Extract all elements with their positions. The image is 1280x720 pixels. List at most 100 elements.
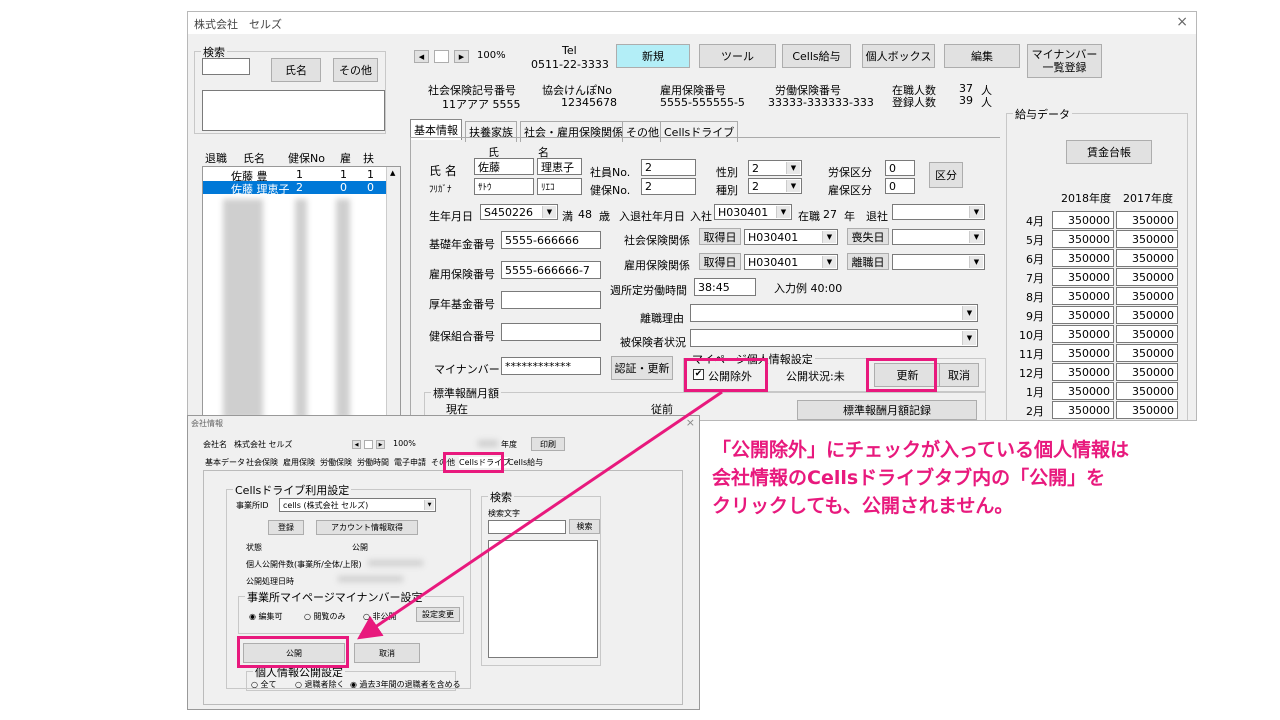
tab-rodo[interactable]: 労働保険 xyxy=(320,457,352,468)
koyo-field[interactable]: 0 xyxy=(885,178,915,194)
pay-2018-cell[interactable]: 350000 xyxy=(1052,211,1114,229)
radio-exclude[interactable]: ○ 退職者除く xyxy=(295,679,345,690)
pay-2018-cell[interactable]: 350000 xyxy=(1052,363,1114,381)
weekly-field[interactable]: 38:45 xyxy=(694,278,756,296)
pay-2018-cell[interactable]: 350000 xyxy=(1052,344,1114,362)
pay-2017-cell[interactable]: 350000 xyxy=(1116,287,1178,305)
pay-2018-cell[interactable]: 350000 xyxy=(1052,249,1114,267)
shaho-date-select[interactable]: H030401 ▼ xyxy=(744,229,838,245)
next-record-button[interactable]: ▶ xyxy=(454,50,469,63)
enter-select[interactable]: H030401 ▼ xyxy=(714,204,792,220)
pay-2017-cell[interactable]: 350000 xyxy=(1116,268,1178,286)
next-icon[interactable]: ▶ xyxy=(376,440,385,449)
kubun-button[interactable]: 区分 xyxy=(929,162,963,188)
chevron-down-icon[interactable]: ▼ xyxy=(962,331,976,345)
chevron-down-icon[interactable]: ▼ xyxy=(962,306,976,320)
kosei-field[interactable] xyxy=(501,291,601,309)
company-search-button[interactable]: 検索 xyxy=(569,519,600,534)
kenpo-kumiai-field[interactable] xyxy=(501,323,601,341)
print-button[interactable]: 印刷 xyxy=(531,437,565,451)
pay-2017-cell[interactable]: 350000 xyxy=(1116,401,1178,419)
chevron-down-icon[interactable]: ▼ xyxy=(542,206,556,218)
tool-button[interactable]: ツール xyxy=(699,44,776,68)
first-icon[interactable] xyxy=(364,440,373,449)
tab-shaho[interactable]: 社会保険 xyxy=(246,457,278,468)
mei-field[interactable]: 理恵子 xyxy=(537,158,582,175)
emp-no-field[interactable]: 2 xyxy=(641,159,696,176)
list-item[interactable]: 佐藤 豊 1 1 1 xyxy=(203,168,386,183)
mynumber-field[interactable]: ************ xyxy=(501,357,601,375)
tab-koyo[interactable]: 雇用保険 xyxy=(283,457,315,468)
pay-2018-cell[interactable]: 350000 xyxy=(1052,382,1114,400)
koyono-field[interactable]: 5555-666666-7 xyxy=(501,261,601,279)
register-button[interactable]: 登録 xyxy=(268,520,304,535)
chevron-down-icon[interactable]: ▼ xyxy=(424,500,434,510)
office-select[interactable]: cells (株式会社 セルズ) ▼ xyxy=(279,498,436,512)
chevron-down-icon[interactable]: ▼ xyxy=(822,256,836,268)
employee-list[interactable]: 佐藤 豊 1 1 1 佐藤 理恵子 2 0 0 ▲ xyxy=(202,166,401,420)
koyoho-date-select[interactable]: H030401 ▼ xyxy=(744,254,838,270)
list-scrollbar[interactable]: ▲ xyxy=(386,167,400,420)
chevron-down-icon[interactable]: ▼ xyxy=(786,180,800,192)
pay-2018-cell[interactable]: 350000 xyxy=(1052,287,1114,305)
pay-2017-cell[interactable]: 350000 xyxy=(1116,249,1178,267)
tab-basic-data[interactable]: 基本データ xyxy=(205,457,245,468)
leave-reason-select[interactable]: ▼ xyxy=(690,304,978,322)
close-icon[interactable]: × xyxy=(1176,14,1188,30)
prev-record-button[interactable]: ◀ xyxy=(414,50,429,63)
koyoho-leave-button[interactable]: 離職日 xyxy=(847,253,889,270)
name-search-button[interactable]: 氏名 xyxy=(271,58,321,82)
radio-all[interactable]: ○ 全て xyxy=(251,679,277,690)
mei-kana-field[interactable]: ﾘｴｺ xyxy=(537,178,582,195)
pay-2017-cell[interactable]: 350000 xyxy=(1116,325,1178,343)
ledger-button[interactable]: 賃金台帳 xyxy=(1066,140,1152,164)
company-cancel-button[interactable]: 取消 xyxy=(354,643,420,663)
company-search-results[interactable] xyxy=(488,540,598,658)
radio-edit[interactable]: ◉ 編集可 xyxy=(249,611,283,622)
sex-select[interactable]: 2 ▼ xyxy=(748,160,802,176)
koyoho-leave-select[interactable]: ▼ xyxy=(892,254,985,270)
account-info-button[interactable]: アカウント情報取得 xyxy=(316,520,418,535)
search-input[interactable] xyxy=(202,58,250,75)
chevron-down-icon[interactable]: ▼ xyxy=(822,231,836,243)
shaho-lose-button[interactable]: 喪失日 xyxy=(847,228,889,245)
search-result-box[interactable] xyxy=(202,90,385,131)
shaho-get-button[interactable]: 取得日 xyxy=(699,228,741,245)
personal-box-button[interactable]: 個人ボックス xyxy=(862,44,935,68)
mynumber-register-button[interactable]: マイナンバー 一覧登録 xyxy=(1027,44,1102,78)
setting-change-button[interactable]: 設定変更 xyxy=(416,607,460,622)
chevron-down-icon[interactable]: ▼ xyxy=(969,256,983,268)
pay-2018-cell[interactable]: 350000 xyxy=(1052,306,1114,324)
sei-field[interactable]: 佐藤 xyxy=(474,158,534,175)
pay-2017-cell[interactable]: 350000 xyxy=(1116,211,1178,229)
rouho-field[interactable]: 0 xyxy=(885,160,915,176)
pay-2018-cell[interactable]: 350000 xyxy=(1052,230,1114,248)
pension-field[interactable]: 5555-666666 xyxy=(501,231,601,249)
shaho-lose-select[interactable]: ▼ xyxy=(892,229,985,245)
pay-2017-cell[interactable]: 350000 xyxy=(1116,344,1178,362)
company-search-input[interactable] xyxy=(488,520,566,534)
cancel-button[interactable]: 取消 xyxy=(939,363,979,387)
pay-2017-cell[interactable]: 350000 xyxy=(1116,382,1178,400)
auth-update-button[interactable]: 認証・更新 xyxy=(611,356,673,380)
edit-button[interactable]: 編集 xyxy=(944,44,1020,68)
scroll-up-icon[interactable]: ▲ xyxy=(390,169,395,177)
chevron-down-icon[interactable]: ▼ xyxy=(969,231,983,243)
birth-select[interactable]: S450226 ▼ xyxy=(480,204,558,220)
chevron-down-icon[interactable]: ▼ xyxy=(969,206,983,218)
list-item-selected[interactable]: 佐藤 理恵子 2 0 0 xyxy=(203,181,386,196)
type-select[interactable]: 2 ▼ xyxy=(748,178,802,194)
new-button[interactable]: 新規 xyxy=(616,44,690,68)
close-icon[interactable]: × xyxy=(686,416,695,429)
first-record-button[interactable] xyxy=(434,50,449,63)
pay-2017-cell[interactable]: 350000 xyxy=(1116,230,1178,248)
chevron-down-icon[interactable]: ▼ xyxy=(776,206,790,218)
prev-icon[interactable]: ◀ xyxy=(352,440,361,449)
pay-2018-cell[interactable]: 350000 xyxy=(1052,268,1114,286)
tab-e-apply[interactable]: 電子申請 xyxy=(394,457,426,468)
radio-view[interactable]: ○ 閲覧のみ xyxy=(304,611,346,622)
pay-2018-cell[interactable]: 350000 xyxy=(1052,325,1114,343)
retire-select[interactable]: ▼ xyxy=(892,204,985,220)
chevron-down-icon[interactable]: ▼ xyxy=(786,162,800,174)
insured-select[interactable]: ▼ xyxy=(690,329,978,347)
